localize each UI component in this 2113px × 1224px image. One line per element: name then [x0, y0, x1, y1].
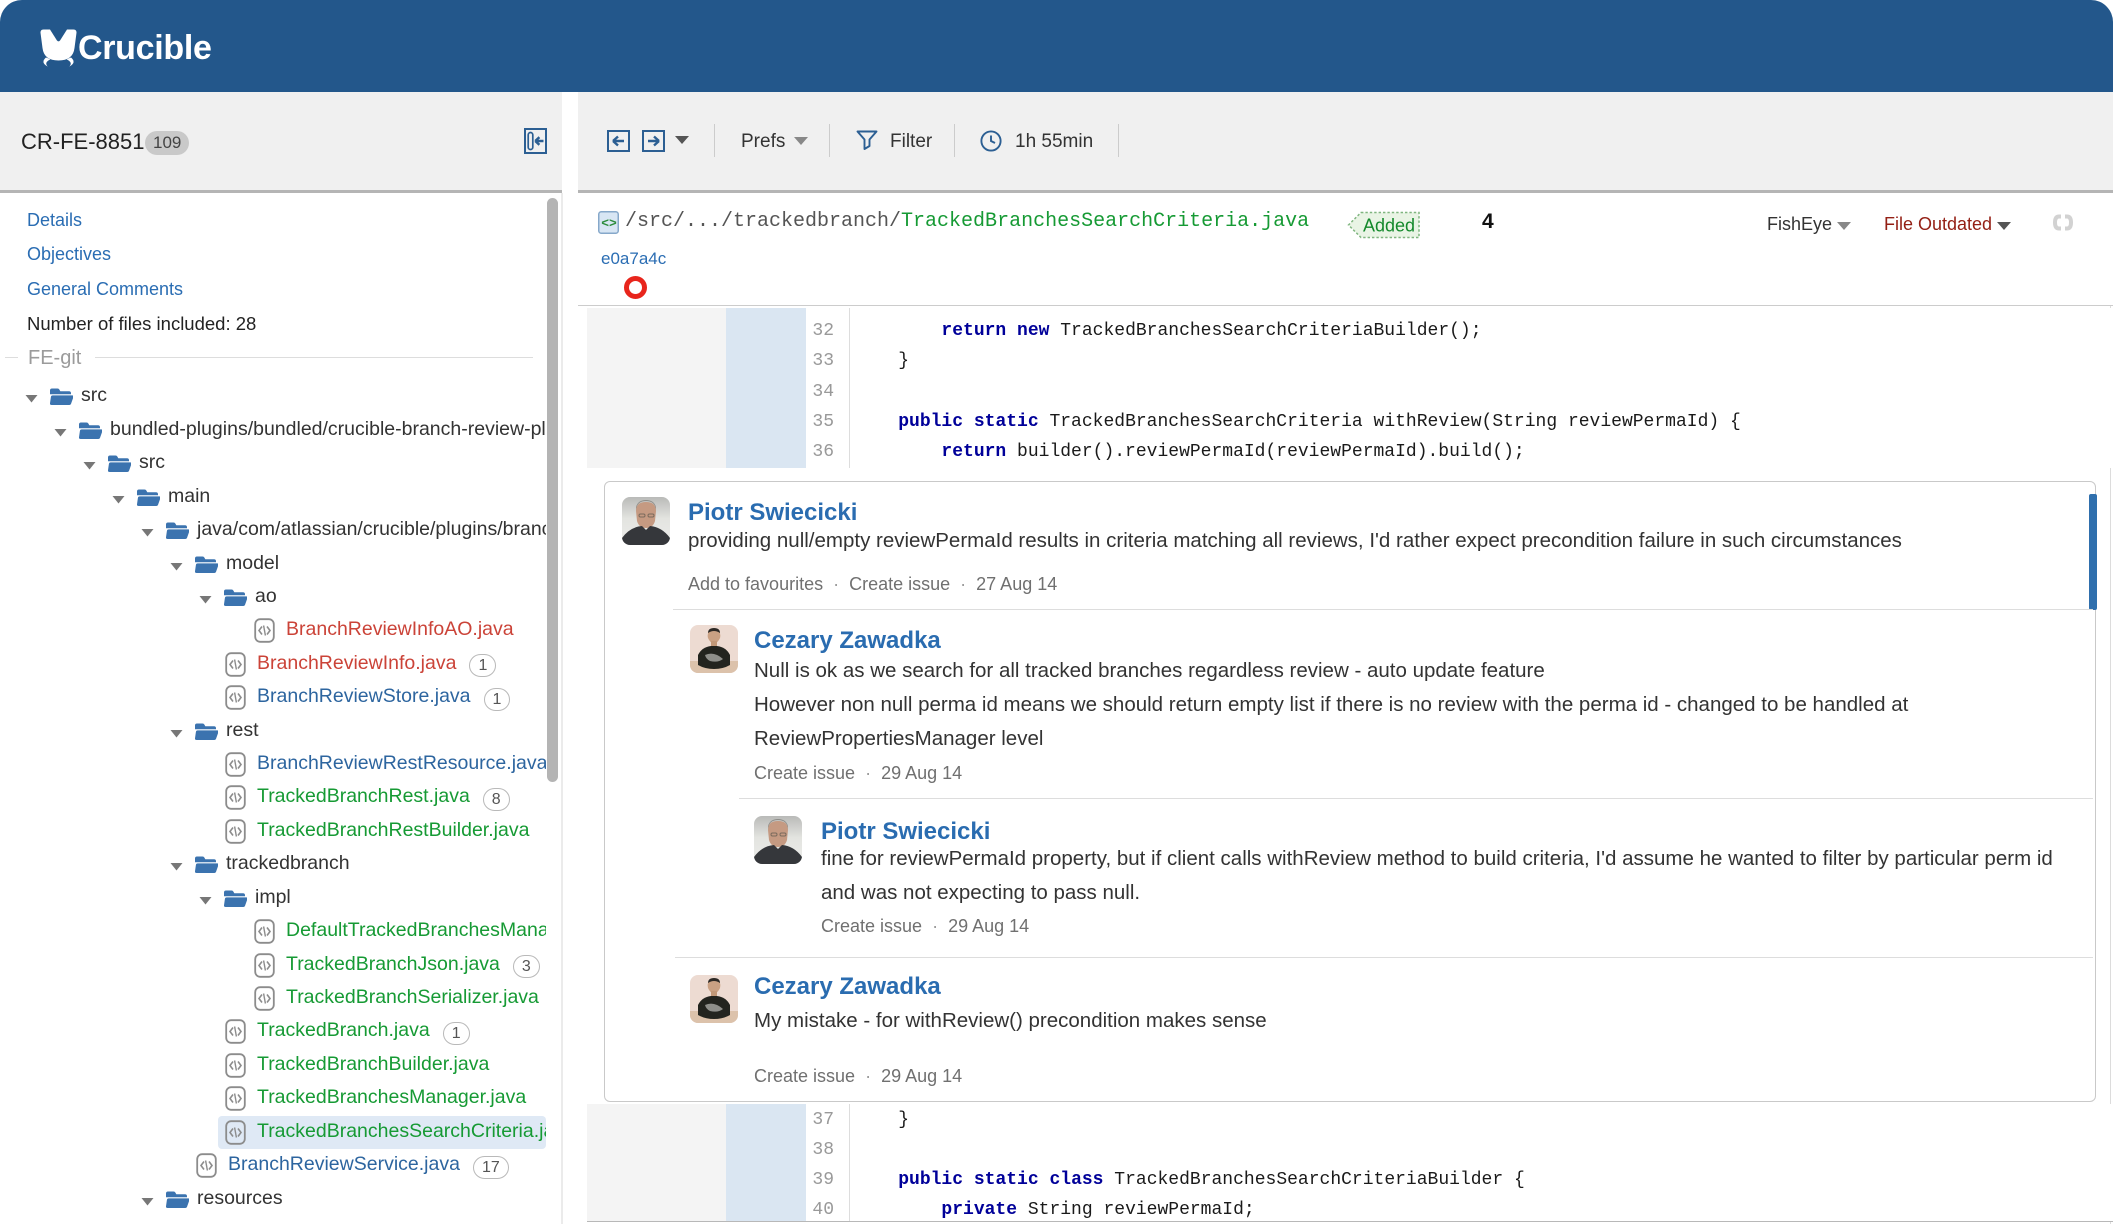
svg-text:Added: Added [1363, 216, 1415, 236]
svg-text:<>: <> [601, 216, 617, 231]
